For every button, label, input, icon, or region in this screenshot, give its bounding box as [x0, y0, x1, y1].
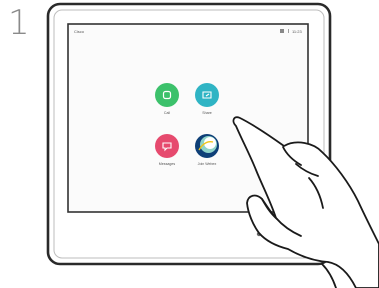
status-time-text: 11:23	[292, 29, 302, 34]
app-label: Share	[202, 111, 212, 115]
app-circle	[155, 134, 179, 158]
status-left-text: Cisco	[74, 29, 85, 34]
app-join-webex-button[interactable]: Join Webex	[195, 134, 219, 166]
touch-panel-illustration: Cisco 11:23 Call Share Messages Join Webex	[46, 2, 379, 288]
app-label: Call	[164, 111, 170, 115]
app-label: Messages	[159, 162, 176, 166]
status-divider	[288, 29, 289, 33]
app-circle	[155, 83, 179, 107]
app-label: Join Webex	[198, 162, 217, 166]
status-square-icon	[280, 29, 284, 33]
